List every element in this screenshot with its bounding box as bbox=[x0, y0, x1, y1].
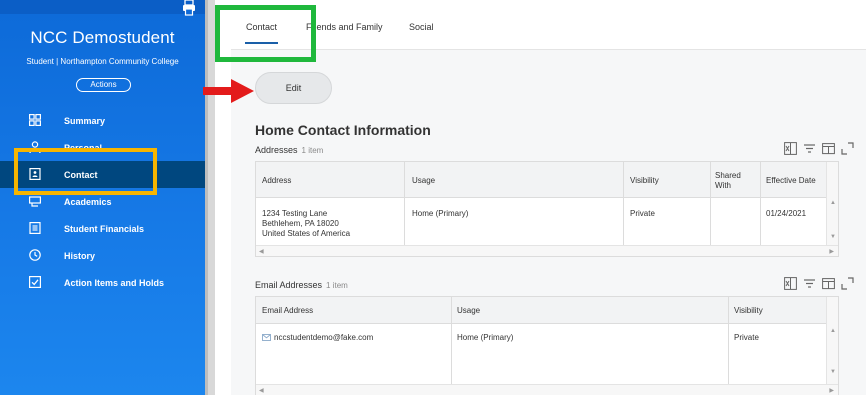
addresses-header: Addresses 1 item bbox=[255, 145, 323, 155]
scroll-left-icon[interactable]: ◀ bbox=[259, 387, 264, 394]
grid-icon bbox=[29, 114, 41, 126]
column-divider bbox=[760, 162, 761, 246]
column-header[interactable]: Email Address bbox=[262, 306, 313, 315]
red-arrow-pointer bbox=[203, 79, 254, 103]
column-header[interactable]: Address bbox=[262, 176, 291, 185]
address-cell: 1234 Testing Lane Bethlehem, PA 18020 Un… bbox=[262, 209, 350, 239]
fullscreen-icon[interactable] bbox=[841, 142, 854, 155]
excel-export-icon[interactable] bbox=[784, 142, 797, 155]
email-addresses-title: Email Addresses bbox=[255, 280, 323, 290]
scroll-up-icon[interactable]: ▲ bbox=[830, 200, 836, 206]
addresses-table-tools bbox=[784, 142, 854, 155]
visibility-cell: Private bbox=[630, 209, 655, 218]
column-divider bbox=[404, 162, 405, 246]
column-header[interactable]: Usage bbox=[457, 306, 480, 315]
student-subtitle: Student | Northampton Community College bbox=[26, 57, 179, 66]
email-cell[interactable]: nccstudentdemo@fake.com bbox=[262, 333, 373, 342]
divider-shade bbox=[205, 0, 208, 395]
sidebar-top-strip bbox=[0, 0, 205, 14]
scroll-up-icon[interactable]: ▲ bbox=[830, 328, 836, 334]
sidebar-item-label: Action Items and Holds bbox=[64, 277, 165, 288]
effective-date-cell: 01/24/2021 bbox=[766, 209, 807, 218]
column-divider bbox=[728, 297, 729, 385]
column-chooser-icon[interactable] bbox=[822, 277, 835, 290]
column-divider bbox=[623, 162, 624, 246]
scroll-down-icon[interactable]: ▼ bbox=[830, 369, 836, 375]
sidebar-item-action-items-and-holds[interactable]: Action Items and Holds bbox=[0, 269, 205, 296]
scroll-left-icon[interactable]: ◀ bbox=[259, 248, 264, 255]
addresses-count: 1 item bbox=[301, 146, 324, 155]
sidebar: NCC Demostudent Student | Northampton Co… bbox=[0, 0, 205, 395]
main-content: Contact Friends and Family Social Edit H… bbox=[231, 0, 866, 395]
actions-button[interactable]: Actions bbox=[76, 78, 131, 92]
vertical-scrollbar[interactable]: ▲ ▼ bbox=[826, 162, 838, 246]
addresses-table: Address Usage Visibility Shared With Eff… bbox=[255, 161, 839, 257]
tab-bar: Contact Friends and Family Social bbox=[231, 0, 866, 50]
sidebar-nav: Summary Personal Contact Academics Stude… bbox=[0, 107, 205, 296]
mail-icon bbox=[262, 334, 271, 341]
column-divider bbox=[451, 297, 452, 385]
vertical-scrollbar[interactable]: ▲ ▼ bbox=[826, 297, 838, 385]
excel-export-icon[interactable] bbox=[784, 277, 797, 290]
usage-cell: Home (Primary) bbox=[412, 209, 469, 218]
addresses-table-header: Address Usage Visibility Shared With Eff… bbox=[256, 162, 838, 198]
column-chooser-icon[interactable] bbox=[822, 142, 835, 155]
tab-friends-and-family[interactable]: Friends and Family bbox=[306, 22, 383, 32]
column-header[interactable]: Usage bbox=[412, 176, 435, 185]
email-addresses-table: Email Address Usage Visibility nccstuden… bbox=[255, 296, 839, 395]
address-line: 1234 Testing Lane bbox=[262, 209, 328, 218]
student-name: NCC Demostudent bbox=[30, 28, 175, 47]
addresses-title: Addresses bbox=[255, 145, 298, 155]
section-title: Home Contact Information bbox=[255, 122, 431, 138]
filter-icon[interactable] bbox=[803, 277, 816, 290]
print-icon[interactable] bbox=[182, 0, 196, 16]
sidebar-item-label: History bbox=[64, 250, 96, 261]
fullscreen-icon[interactable] bbox=[841, 277, 854, 290]
horizontal-scrollbar[interactable]: ◀ ▶ bbox=[256, 384, 838, 395]
address-line: United States of America bbox=[262, 229, 351, 238]
sidebar-item-student-financials[interactable]: Student Financials bbox=[0, 215, 205, 242]
clock-icon bbox=[29, 249, 41, 261]
tab-highlight-box bbox=[215, 5, 316, 62]
email-addresses-header: Email Addresses 1 item bbox=[255, 280, 348, 290]
sidebar-item-summary[interactable]: Summary bbox=[0, 107, 205, 134]
sidebar-item-label: Academics bbox=[64, 196, 112, 207]
address-line: Bethlehem, PA 18020 bbox=[262, 219, 339, 228]
horizontal-scrollbar[interactable]: ◀ ▶ bbox=[256, 245, 838, 256]
scroll-right-icon[interactable]: ▶ bbox=[829, 248, 834, 255]
column-header[interactable]: Shared With bbox=[715, 171, 749, 191]
contact-nav-highlight-box bbox=[14, 148, 157, 195]
email-address-link[interactable]: nccstudentdemo@fake.com bbox=[274, 333, 373, 342]
email-addresses-count: 1 item bbox=[326, 281, 348, 290]
sidebar-item-label: Student Financials bbox=[64, 223, 145, 234]
edit-button[interactable]: Edit bbox=[255, 72, 332, 104]
scroll-down-icon[interactable]: ▼ bbox=[830, 234, 836, 240]
usage-cell: Home (Primary) bbox=[457, 333, 514, 342]
email-table-header: Email Address Usage Visibility bbox=[256, 297, 838, 324]
filter-icon[interactable] bbox=[803, 142, 816, 155]
column-header[interactable]: Visibility bbox=[630, 176, 659, 185]
document-icon bbox=[29, 222, 41, 234]
checklist-icon bbox=[29, 276, 41, 288]
column-header[interactable]: Effective Date bbox=[766, 176, 816, 185]
column-divider bbox=[710, 162, 711, 246]
graduation-cap-icon bbox=[29, 196, 41, 207]
email-table-tools bbox=[784, 277, 854, 290]
scroll-right-icon[interactable]: ▶ bbox=[829, 387, 834, 394]
sidebar-item-history[interactable]: History bbox=[0, 242, 205, 269]
sidebar-item-label: Summary bbox=[64, 115, 106, 126]
tab-social[interactable]: Social bbox=[409, 22, 434, 32]
panel-divider[interactable] bbox=[205, 0, 215, 395]
column-header[interactable]: Visibility bbox=[734, 306, 763, 315]
visibility-cell: Private bbox=[734, 333, 759, 342]
